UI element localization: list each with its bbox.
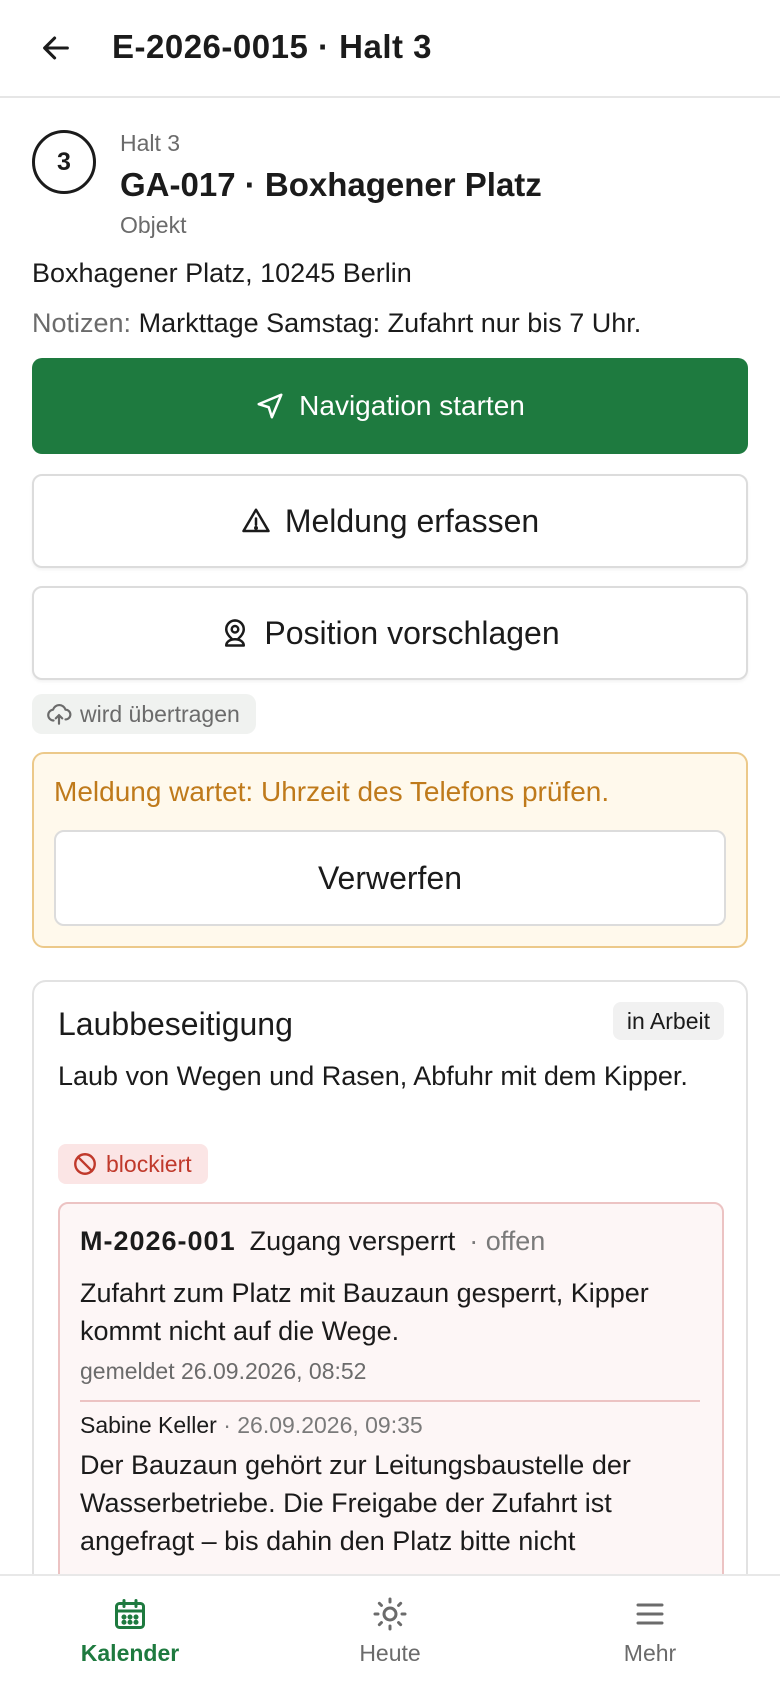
calendar-icon [115,1599,145,1629]
stop-number-badge: 3 [32,130,96,194]
stop-detail-content[interactable]: 3 Halt 3 GA-017 · Boxhagener Platz Objek… [0,100,780,1574]
pending-warning-text: Meldung wartet: Uhrzeit des Telefons prü… [54,776,610,807]
navigation-arrow-icon [257,393,283,419]
issue-title: Zugang versperrt [249,1226,456,1256]
task-description: Laub von Wegen und Rasen, Abfuhr mit dem… [58,1061,688,1091]
task-title: Laubbeseitigung [58,1006,293,1042]
issue-header: M-2026-001 Zugang versperrt · offen [80,1226,545,1257]
discard-button[interactable]: Verwerfen [54,830,726,926]
blocked-badge: blockiert [58,1144,208,1184]
stop-notes: Notizen: Markttage Samstag: Zufahrt nur … [32,308,641,339]
map-pin-user-icon [225,619,246,647]
nav-item-heute[interactable]: Heute [260,1576,520,1688]
bottom-navigation: Kalender Heute Mehr [0,1574,780,1688]
notes-text: Markttage Samstag: Zufahrt nur bis 7 Uhr… [138,308,642,338]
nav-label-kalender: Kalender [80,1640,180,1666]
start-navigation-label: Navigation starten [299,390,525,421]
stop-kicker: Halt 3 [120,130,181,156]
comment-text: Der Bauzaun gehört zur Leitungsbaustelle… [80,1450,631,1556]
notes-label: Notizen: [32,308,132,338]
blocked-label: blockiert [106,1150,192,1177]
suggest-position-label: Position vorschlagen [264,614,560,651]
page-title: E-2026-0015 · Halt 3 [112,28,433,65]
ban-icon [74,1153,96,1175]
issue-card[interactable]: M-2026-001 Zugang versperrt · offen Zufahr… [58,1202,724,1574]
nav-label-mehr: Mehr [623,1640,677,1666]
stop-address: Boxhagener Platz, 10245 Berlin [32,258,412,288]
task-status-badge: in Arbeit [612,1002,724,1040]
comment-meta: Sabine Keller · 26.09.2026, 09:35 [80,1412,423,1439]
comment-author: Sabine Keller [80,1412,217,1438]
sync-status-label: wird übertragen [80,700,240,727]
warning-triangle-icon [242,508,270,533]
top-app-bar: E-2026-0015 · Halt 3 [0,0,780,98]
issue-divider [80,1400,700,1402]
nav-label-heute: Heute [359,1640,421,1666]
stop-name: GA-017 · Boxhagener Platz [120,166,542,203]
report-issue-button[interactable]: Meldung erfassen [32,474,748,568]
suggest-position-button[interactable]: Position vorschlagen [32,586,748,680]
back-button[interactable] [34,26,78,70]
issue-description: Zufahrt zum Platz mit Bauzaun gesperrt, … [80,1278,649,1346]
nav-item-mehr[interactable]: Mehr [520,1576,780,1688]
cloud-upload-icon [47,703,72,725]
issue-state: · offen [469,1226,546,1256]
nav-item-kalender[interactable]: Kalender [0,1576,260,1688]
task-card[interactable]: Laubbeseitigung in Arbeit Laub von Wegen… [32,980,748,1574]
pending-report-warning: Meldung wartet: Uhrzeit des Telefons prü… [32,752,748,948]
issue-id: M-2026-001 [80,1226,236,1256]
arrow-left-icon [43,36,69,60]
menu-icon [636,1603,664,1625]
comment-timestamp: · 26.09.2026, 09:35 [216,1412,423,1438]
report-issue-label: Meldung erfassen [284,502,540,539]
sun-icon [373,1597,407,1631]
issue-reported-timestamp: gemeldet 26.09.2026, 08:52 [80,1358,367,1384]
stop-type: Objekt [120,212,187,238]
start-navigation-button[interactable]: Navigation starten [32,358,748,454]
sync-status-chip: wird übertragen [32,694,256,734]
